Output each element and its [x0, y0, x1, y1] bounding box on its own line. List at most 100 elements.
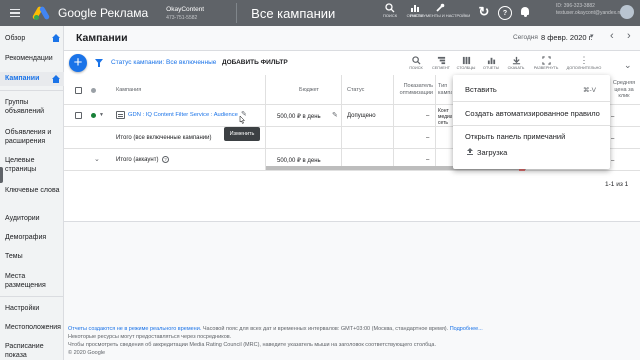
chevron-right-icon[interactable]: ›: [627, 30, 631, 42]
chevron-down-icon[interactable]: ⌄: [624, 60, 632, 71]
upload-icon: [467, 148, 473, 155]
edit-tooltip: Изменить: [224, 127, 260, 141]
user-line1: ID: 396-323-3882: [556, 3, 595, 9]
menu-item-paste[interactable]: Вставить: [465, 85, 497, 94]
user-line2: testuser.okaycont@yandex.ru: [556, 10, 622, 16]
sidebar-item-recommendations[interactable]: Рекомендации: [0, 54, 64, 63]
menu-item-upload[interactable]: Загрузка: [477, 148, 507, 157]
header-divider: [236, 3, 238, 23]
chevron-down-icon[interactable]: ⌄: [94, 155, 100, 163]
toolbar-label: ОТЧЕТЫ: [482, 66, 500, 70]
footer-line2: Некоторые ресурсы могут предоставляться …: [68, 334, 232, 340]
filter-value: Все включенные: [166, 59, 217, 66]
date-range-label: Сегодня: [513, 34, 538, 41]
optimization-value: –: [426, 113, 430, 119]
home-icon: [52, 34, 60, 42]
more-info-link[interactable]: Подробнее...: [450, 326, 483, 332]
page-title: Все кампании: [251, 5, 336, 21]
sidebar-item-ads[interactable]: Объявления и расширения: [0, 128, 64, 146]
sidebar: Обзор Рекомендации Кампании Группы объяв…: [0, 26, 64, 360]
sidebar-divider: [0, 296, 64, 297]
sidebar-item-settings[interactable]: Настройки: [0, 304, 64, 313]
footer-line1: Отчеты создаются не в режиме реального в…: [68, 325, 628, 333]
avatar[interactable]: [620, 5, 634, 19]
product-name[interactable]: Google Реклама: [58, 6, 148, 20]
sidebar-item-ad-schedule[interactable]: Расписание показа: [0, 342, 64, 360]
sidebar-item-topics[interactable]: Темы: [0, 252, 64, 261]
select-all-checkbox[interactable]: [75, 87, 82, 94]
column-header-budget[interactable]: Бюджет: [299, 87, 319, 94]
status-enabled-icon[interactable]: [91, 113, 96, 118]
column-header-optimization[interactable]: Показатель оптимизации: [394, 83, 433, 97]
sidebar-divider: [0, 90, 64, 91]
toolbar-reports-button[interactable]: ОТЧЕТЫ: [478, 55, 504, 70]
sidebar-item-audiences[interactable]: Аудитории: [0, 214, 64, 223]
download-icon: [511, 55, 521, 65]
sidebar-item-landing-pages[interactable]: Целевые страницы: [0, 156, 64, 174]
timezone-text: Часовой пояс для всех дат и временных ин…: [201, 326, 450, 332]
column-header-type[interactable]: Тип кампании: [438, 83, 452, 97]
toolbar-more-button[interactable]: ⋮ ДОПОЛНИТЕЛЬНО: [566, 54, 602, 71]
chevron-left-icon[interactable]: ‹: [610, 30, 614, 42]
column-divider: [265, 127, 266, 149]
sidebar-item-ad-groups[interactable]: Группы объявлений: [0, 98, 64, 116]
status-value: Допущено: [347, 113, 376, 119]
reports-info-link[interactable]: Отчеты создаются не в режиме реального в…: [68, 326, 201, 332]
filter-icon-stem: [98, 63, 100, 67]
more-icon: ⋮: [579, 54, 589, 65]
sidebar-item-keywords[interactable]: Ключевые слова: [0, 186, 64, 195]
pagination-text: 1-1 из 1: [605, 181, 629, 188]
column-header-avg-cpc[interactable]: Средняя цена за клик: [609, 80, 639, 100]
toolbar-expand-button[interactable]: РАЗВЕРНУТЬ: [533, 55, 559, 70]
campaign-type-value: Конт медиа сеть: [438, 108, 452, 126]
chevron-down-icon[interactable]: ▼: [99, 112, 104, 118]
account-switcher[interactable]: OkayContent 473-751-5582: [158, 3, 232, 23]
google-ads-logo-icon[interactable]: [31, 5, 53, 21]
sidebar-collapse-handle[interactable]: [0, 167, 3, 183]
toolbar-download-button[interactable]: СКАЧАТЬ: [503, 55, 529, 70]
home-icon: [52, 75, 60, 83]
avg-cpc-value: –: [611, 114, 615, 120]
notifications-icon[interactable]: [520, 6, 530, 17]
toolbar-label: ДОПОЛНИТЕЛЬНО: [566, 66, 602, 70]
date-range-value[interactable]: 8 февр. 2020 г.: [541, 33, 593, 42]
header-tools-button[interactable]: ИНСТРУМЕНТЫ И НАСТРОЙКИ: [410, 2, 470, 18]
row-checkbox[interactable]: [75, 112, 82, 119]
campaign-name-link[interactable]: GDN : IQ Content Filter Service : Audien…: [128, 112, 238, 118]
chevron-down-icon[interactable]: ▾: [590, 32, 594, 40]
refresh-icon[interactable]: ↻: [477, 4, 491, 19]
footer-line3: Чтобы просмотреть сведения об аккредитац…: [68, 342, 437, 348]
header-search-button[interactable]: ПОИСК: [378, 2, 402, 18]
toolbar-columns-button[interactable]: СТОЛБЦЫ: [453, 55, 479, 70]
status-filter-chip[interactable]: Статус кампании: Все включенные: [111, 59, 216, 66]
sidebar-item-demographics[interactable]: Демография: [0, 233, 64, 242]
chart-icon: [486, 55, 496, 65]
add-filter-button[interactable]: ДОБАВИТЬ ФИЛЬТР: [222, 59, 288, 66]
segment-icon: [436, 55, 446, 65]
menu-icon[interactable]: [10, 8, 20, 18]
sidebar-item-locations[interactable]: Местоположения: [0, 323, 64, 332]
menu-item-notes-panel[interactable]: Открыть панель примечаний: [465, 132, 565, 141]
user-info[interactable]: ID: 396-323-3882 testuser.okaycont@yande…: [556, 3, 622, 17]
menu-item-create-rule[interactable]: Создать автоматизированное правило: [465, 109, 600, 118]
header-search-label: ПОИСК: [382, 13, 398, 18]
column-header-status[interactable]: Статус: [347, 87, 364, 94]
column-divider: [435, 127, 436, 149]
copyright: © 2020 Google: [68, 350, 106, 356]
toolbar-label: ПОИСК: [409, 66, 423, 70]
menu-divider: [453, 125, 610, 126]
total-enabled-label: Итого (все включенные кампании): [116, 135, 212, 141]
toolbar-label: РАЗВЕРНУТЬ: [533, 66, 559, 70]
edit-icon[interactable]: ✎: [332, 111, 338, 119]
toolbar-segment-button[interactable]: СЕГМЕНТ: [428, 55, 454, 70]
add-campaign-button[interactable]: +: [69, 54, 87, 72]
help-icon[interactable]: ?: [162, 156, 169, 163]
help-icon[interactable]: ?: [498, 6, 512, 20]
toolbar-search-button[interactable]: ПОИСК: [403, 55, 429, 70]
header-tools-label: ИНСТРУМЕНТЫ И НАСТРОЙКИ: [409, 13, 471, 18]
section-title: Кампании: [76, 32, 128, 44]
sidebar-item-placements[interactable]: Места размещения: [0, 272, 64, 290]
account-id: 473-751-5582: [166, 15, 198, 21]
expand-icon: [541, 55, 551, 65]
column-header-campaign[interactable]: Кампания: [116, 87, 141, 94]
